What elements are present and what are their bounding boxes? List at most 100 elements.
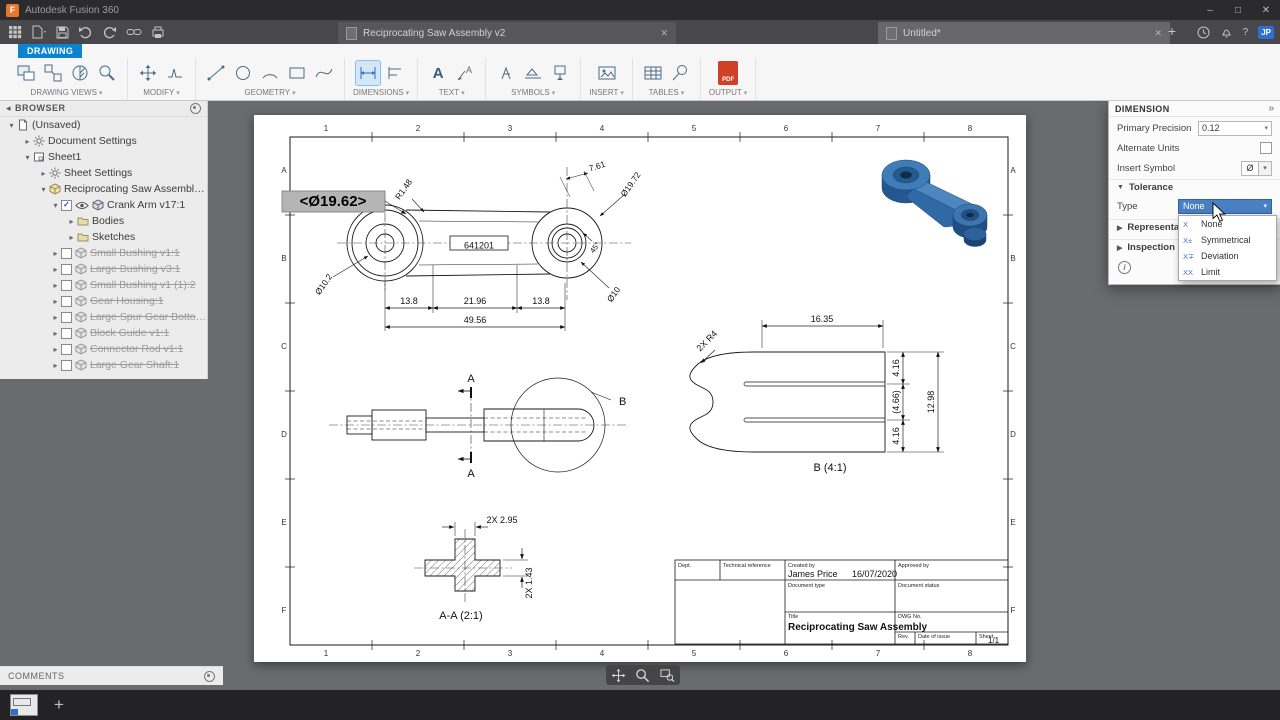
comments-bar[interactable]: COMMENTS — [0, 666, 223, 685]
visibility-checkbox[interactable] — [61, 279, 72, 291]
dimension-annotations[interactable]: R1.48 7.61 Ø19.72 45° Ø10.2 Ø10 — [313, 159, 643, 304]
redo-icon[interactable] — [102, 26, 117, 39]
view-crank-arm-3d[interactable] — [881, 159, 988, 247]
view-b-label[interactable]: B (4:1) — [813, 462, 846, 474]
browser-item-gear-shaft[interactable]: ▸ Large Gear Shaft:1 — [0, 357, 207, 373]
base-view-icon[interactable] — [14, 61, 38, 85]
add-sheet-button[interactable]: + — [54, 695, 64, 715]
caret-right-icon[interactable]: ▸ — [66, 217, 77, 226]
comments-expand-icon[interactable] — [204, 670, 215, 682]
spline-tool-icon[interactable] — [312, 61, 336, 85]
welding-symbol-icon[interactable] — [521, 61, 545, 85]
caret-down-icon[interactable]: ▾ — [50, 201, 61, 210]
arc-tool-icon[interactable] — [258, 61, 282, 85]
section-view-icon[interactable] — [68, 61, 92, 85]
break-icon[interactable] — [163, 61, 187, 85]
line-tool-icon[interactable] — [204, 61, 228, 85]
link-icon[interactable] — [126, 26, 142, 38]
caret-right-icon[interactable]: ▸ — [50, 313, 61, 322]
section-line-a[interactable]: A A — [457, 373, 475, 480]
group-label[interactable]: TEXT — [439, 88, 459, 97]
visibility-checkbox[interactable] — [61, 263, 72, 275]
caret-right-icon[interactable]: ▸ — [66, 233, 77, 242]
tab-close-icon[interactable]: ✕ — [1144, 28, 1162, 39]
leader-text-icon[interactable]: A — [453, 61, 477, 85]
help-icon[interactable]: ? — [1243, 27, 1249, 38]
browser-item-assembly[interactable]: ▾ Reciprocating Saw Assembly v2:1 — [0, 181, 207, 197]
browser-item-sheet-settings[interactable]: ▸ Sheet Settings — [0, 165, 207, 181]
browser-item-bodies[interactable]: ▸ Bodies — [0, 213, 207, 229]
new-document-button[interactable]: + — [1163, 23, 1181, 39]
pan-icon[interactable] — [611, 668, 626, 683]
text-tool-icon[interactable]: A — [426, 61, 450, 85]
group-label[interactable]: DRAWING VIEWS — [31, 88, 97, 97]
maximize-button[interactable]: □ — [1224, 0, 1252, 20]
caret-right-icon[interactable]: ▸ — [50, 297, 61, 306]
ordinate-dimension-icon[interactable] — [383, 61, 407, 85]
print-icon[interactable] — [151, 26, 165, 39]
drawing-sheet[interactable]: 1 2 3 4 5 6 7 8 1 2 3 4 5 6 7 8 A B C D E F A B C D E F 641201 <… — [254, 115, 1026, 662]
job-status-icon[interactable] — [1197, 26, 1210, 39]
datum-identifier-icon[interactable] — [548, 61, 572, 85]
table-icon[interactable] — [641, 61, 665, 85]
caret-right-icon[interactable]: ▸ — [50, 361, 61, 370]
insert-symbol-dropdown[interactable]: ▾ — [1259, 160, 1272, 176]
visibility-checkbox[interactable] — [61, 295, 72, 307]
browser-item-unsaved[interactable]: ▾ (Unsaved) — [0, 117, 207, 133]
info-icon[interactable]: i — [1118, 261, 1131, 274]
caret-right-icon[interactable]: ▸ — [22, 137, 33, 146]
undo-icon[interactable] — [78, 26, 93, 39]
browser-item-block-guide[interactable]: ▸ Block Guide v1:1 — [0, 325, 207, 341]
output-pdf-icon[interactable]: PDF — [716, 61, 740, 85]
tab-close-icon[interactable]: ✕ — [650, 28, 668, 39]
eye-icon[interactable] — [75, 201, 89, 210]
alternate-units-checkbox[interactable] — [1260, 142, 1272, 154]
caret-down-icon[interactable]: ▾ — [38, 185, 49, 194]
caret-right-icon[interactable]: ▸ — [38, 169, 49, 178]
visibility-checkbox[interactable] — [61, 343, 72, 355]
circle-tool-icon[interactable] — [231, 61, 255, 85]
zoom-window-icon[interactable] — [660, 668, 675, 683]
group-label[interactable]: GEOMETRY — [244, 88, 290, 97]
browser-item-sheet1[interactable]: ▾ Sheet1 — [0, 149, 207, 165]
option-limit[interactable]: XX Limit — [1179, 264, 1276, 280]
tolerance-section-header[interactable]: ▼ Tolerance — [1109, 179, 1280, 195]
save-icon[interactable] — [56, 26, 69, 39]
option-none[interactable]: X None — [1179, 216, 1276, 232]
caret-down-icon[interactable]: ▾ — [22, 153, 33, 162]
browser-collapse-icon[interactable]: ◂ — [6, 103, 11, 114]
zoom-icon[interactable] — [635, 668, 650, 683]
surface-texture-icon[interactable] — [494, 61, 518, 85]
caret-right-icon[interactable]: ▸ — [50, 265, 61, 274]
visibility-checkbox[interactable] — [61, 247, 72, 259]
view-crank-arm-front[interactable] — [337, 167, 631, 300]
browser-item-crank-arm[interactable]: ▾ ✓ Crank Arm v17:1 — [0, 197, 207, 213]
browser-item-document-settings[interactable]: ▸ Document Settings — [0, 133, 207, 149]
visibility-checkbox[interactable] — [61, 327, 72, 339]
detail-b-label[interactable]: B — [619, 396, 626, 408]
data-panel-grid-icon[interactable] — [8, 25, 22, 39]
panel-pin-icon[interactable] — [190, 102, 201, 114]
browser-item-small-bushing-1[interactable]: ▸ Small Bushing v1:1 — [0, 245, 207, 261]
balloon-icon[interactable] — [668, 61, 692, 85]
caret-right-icon[interactable]: ▸ — [50, 345, 61, 354]
rectangle-tool-icon[interactable] — [285, 61, 309, 85]
sheet-tab-thumbnail[interactable] — [10, 694, 38, 716]
group-label[interactable]: OUTPUT — [709, 88, 742, 97]
view-section-aa[interactable]: 2X 2.95 2X 1.43 — [414, 515, 534, 602]
browser-item-connector-rod[interactable]: ▸ Connector Rod v1:1 — [0, 341, 207, 357]
browser-item-large-bushing[interactable]: ▸ Large Bushing v3:1 — [0, 261, 207, 277]
option-symmetrical[interactable]: X± Symmetrical — [1179, 232, 1276, 248]
visibility-checkbox[interactable] — [61, 359, 72, 371]
detail-b-dimensions[interactable]: 16.35 4.16 (4.66) 4.16 12.98 2X R4 — [694, 314, 944, 453]
insert-image-icon[interactable] — [595, 61, 619, 85]
selected-dimension[interactable]: <Ø19.62> — [281, 190, 407, 215]
move-icon[interactable] — [136, 61, 160, 85]
minimize-button[interactable]: – — [1196, 0, 1224, 20]
notification-bell-icon[interactable] — [1220, 26, 1233, 39]
projected-view-icon[interactable] — [41, 61, 65, 85]
document-tab-untitled[interactable]: Untitled* ✕ — [878, 22, 1170, 44]
close-button[interactable]: ✕ — [1252, 0, 1280, 20]
browser-item-small-bushing-2[interactable]: ▸ Small Bushing v1 (1):2 — [0, 277, 207, 293]
detail-view-icon[interactable] — [95, 61, 119, 85]
